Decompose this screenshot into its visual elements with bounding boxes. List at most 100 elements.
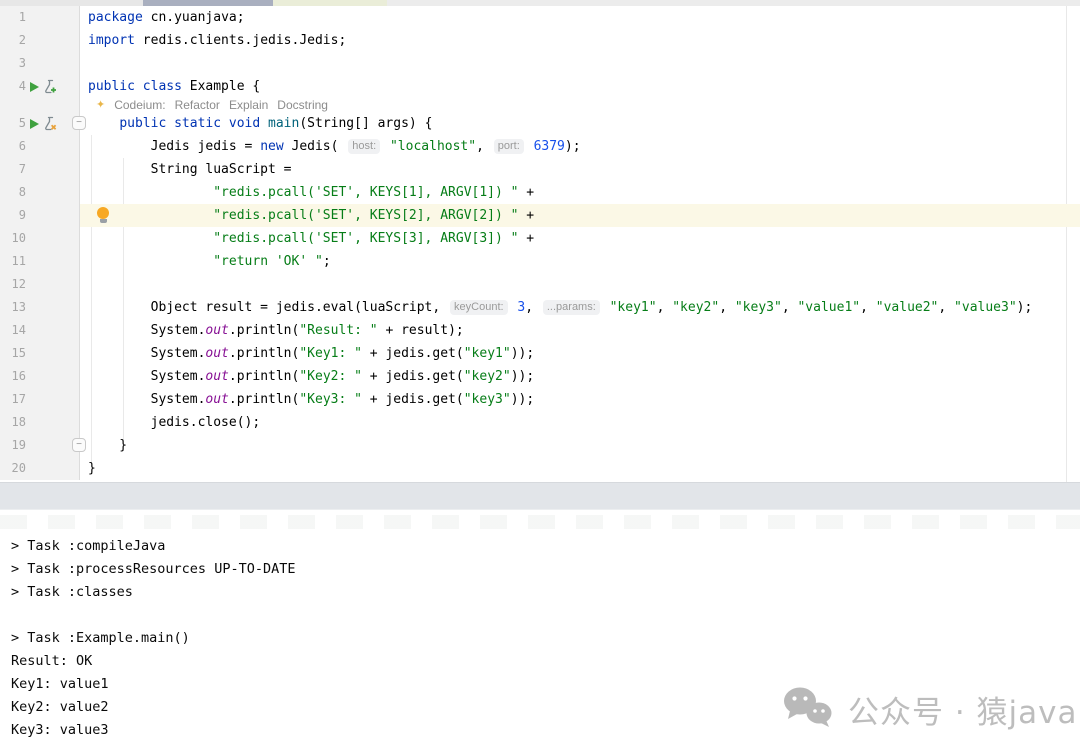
gutter[interactable]: 13 <box>0 296 80 319</box>
codeium-action-docstring[interactable]: Docstring <box>277 98 328 112</box>
code-line-7[interactable]: 7 String luaScript = <box>0 158 1080 181</box>
token-pl: , <box>525 300 541 315</box>
gutter[interactable]: 9 <box>0 204 80 227</box>
codeium-action-refactor[interactable]: Refactor <box>175 98 220 112</box>
code-text[interactable]: System.out.println("Key3: " + jedis.get(… <box>80 388 1080 411</box>
gutter <box>0 98 80 112</box>
line-number: 1 <box>0 6 26 29</box>
code-text[interactable]: package cn.yuanjava; <box>80 6 1080 29</box>
token-pl: System. <box>88 369 205 384</box>
token-pl: + jedis.get( <box>362 392 464 407</box>
token-pl: + <box>518 208 534 223</box>
fold-marker-icon[interactable]: − <box>72 438 86 452</box>
code-text[interactable]: Object result = jedis.eval(luaScript, ke… <box>80 296 1080 319</box>
gutter[interactable]: 1 <box>0 6 80 29</box>
code-line-15[interactable]: 15 System.out.println("Key1: " + jedis.g… <box>0 342 1080 365</box>
code-line-2[interactable]: 2import redis.clients.jedis.Jedis; <box>0 29 1080 52</box>
code-line-11[interactable]: 11 "return 'OK' "; <box>0 250 1080 273</box>
code-line-10[interactable]: 10 "redis.pcall('SET', KEYS[3], ARGV[3])… <box>0 227 1080 250</box>
code-text[interactable]: "redis.pcall('SET', KEYS[3], ARGV[3]) " … <box>80 227 1080 250</box>
gutter[interactable]: 5 <box>0 112 80 135</box>
code-text[interactable]: "redis.pcall('SET', KEYS[2], ARGV[2]) " … <box>80 204 1080 227</box>
code-text[interactable] <box>80 52 1080 75</box>
code-line-18[interactable]: 18 jedis.close(); <box>0 411 1080 434</box>
code-line-5[interactable]: 5− public static void main(String[] args… <box>0 112 1080 135</box>
run-icon[interactable] <box>30 119 39 129</box>
code-text[interactable]: String luaScript = <box>80 158 1080 181</box>
code-text[interactable]: public static void main(String[] args) { <box>80 112 1080 135</box>
code-line-1[interactable]: 1 package cn.yuanjava; <box>0 6 1080 29</box>
fold-marker-icon[interactable]: − <box>72 116 86 130</box>
code-line-17[interactable]: 17 System.out.println("Key3: " + jedis.g… <box>0 388 1080 411</box>
code-text[interactable]: System.out.println("Key1: " + jedis.get(… <box>80 342 1080 365</box>
line-number: 20 <box>0 457 26 480</box>
code-line-16[interactable]: 16 System.out.println("Key2: " + jedis.g… <box>0 365 1080 388</box>
token-pl <box>382 139 390 154</box>
console-line: Key2: value2 <box>11 696 295 719</box>
code-line-3[interactable]: 3 <box>0 52 1080 75</box>
code-text[interactable]: System.out.println("Key2: " + jedis.get(… <box>80 365 1080 388</box>
token-pl: } <box>88 438 127 453</box>
token-str: "return 'OK' " <box>213 254 323 269</box>
token-pl <box>260 116 268 131</box>
gutter[interactable]: 3 <box>0 52 80 75</box>
code-text[interactable]: jedis.close(); <box>80 411 1080 434</box>
token-pl: } <box>88 461 96 476</box>
intention-bulb-icon[interactable] <box>97 207 109 224</box>
token-pl: redis.clients.jedis.Jedis; <box>135 33 346 48</box>
code-editor[interactable]: 1 package cn.yuanjava;2import redis.clien… <box>0 6 1080 482</box>
line-number: 14 <box>0 319 26 342</box>
code-text[interactable] <box>80 273 1080 296</box>
code-line-4[interactable]: 4public class Example { <box>0 75 1080 98</box>
token-pl: Jedis jedis = <box>88 139 260 154</box>
token-field: out <box>205 369 228 384</box>
editor-console-divider[interactable] <box>0 482 1080 510</box>
token-pl: )); <box>511 346 534 361</box>
token-pl: Example { <box>182 79 260 94</box>
remove-test-icon[interactable] <box>43 116 58 131</box>
code-line-19[interactable]: 19− } <box>0 434 1080 457</box>
code-text[interactable]: public class Example { <box>80 75 1080 98</box>
code-line-14[interactable]: 14 System.out.println("Result: " + resul… <box>0 319 1080 342</box>
gutter[interactable]: 17 <box>0 388 80 411</box>
gutter[interactable]: 2 <box>0 29 80 52</box>
gutter[interactable]: 7 <box>0 158 80 181</box>
console-line: Key1: value1 <box>11 673 295 696</box>
token-pl <box>88 231 213 246</box>
code-line-9[interactable]: 9 "redis.pcall('SET', KEYS[2], ARGV[2]) … <box>0 204 1080 227</box>
gutter[interactable]: 19 <box>0 434 80 457</box>
codeium-action-explain[interactable]: Explain <box>229 98 268 112</box>
code-text[interactable]: System.out.println("Result: " + result); <box>80 319 1080 342</box>
add-test-icon[interactable] <box>43 79 58 94</box>
gutter[interactable]: 6 <box>0 135 80 158</box>
run-icon[interactable] <box>30 82 39 92</box>
code-line-6[interactable]: 6 Jedis jedis = new Jedis( host: "localh… <box>0 135 1080 158</box>
code-text[interactable]: Jedis jedis = new Jedis( host: "localhos… <box>80 135 1080 158</box>
gutter[interactable]: 8 <box>0 181 80 204</box>
code-line-8[interactable]: 8 "redis.pcall('SET', KEYS[1], ARGV[1]) … <box>0 181 1080 204</box>
gutter[interactable]: 20 <box>0 457 80 480</box>
gutter[interactable]: 4 <box>0 75 80 98</box>
gutter[interactable]: 14 <box>0 319 80 342</box>
gutter[interactable]: 11 <box>0 250 80 273</box>
gutter[interactable]: 12 <box>0 273 80 296</box>
code-line-13[interactable]: 13 Object result = jedis.eval(luaScript,… <box>0 296 1080 319</box>
code-line-12[interactable]: 12 <box>0 273 1080 296</box>
token-pl: ); <box>565 139 581 154</box>
line-number: 17 <box>0 388 26 411</box>
line-number: 10 <box>0 227 26 250</box>
gutter[interactable]: 18 <box>0 411 80 434</box>
code-text[interactable]: } <box>80 434 1080 457</box>
gutter[interactable]: 16 <box>0 365 80 388</box>
ai-hint-row: ✦Codeium:RefactorExplainDocstring <box>0 98 1080 112</box>
token-pl: System. <box>88 392 205 407</box>
code-line-20[interactable]: 20} <box>0 457 1080 480</box>
gutter[interactable]: 10 <box>0 227 80 250</box>
gutter[interactable]: 15 <box>0 342 80 365</box>
code-text[interactable]: } <box>80 457 1080 480</box>
code-text[interactable]: import redis.clients.jedis.Jedis; <box>80 29 1080 52</box>
code-text[interactable]: "return 'OK' "; <box>80 250 1080 273</box>
code-text[interactable]: "redis.pcall('SET', KEYS[1], ARGV[1]) " … <box>80 181 1080 204</box>
line-number: 7 <box>0 158 26 181</box>
token-pl: .println( <box>229 392 299 407</box>
